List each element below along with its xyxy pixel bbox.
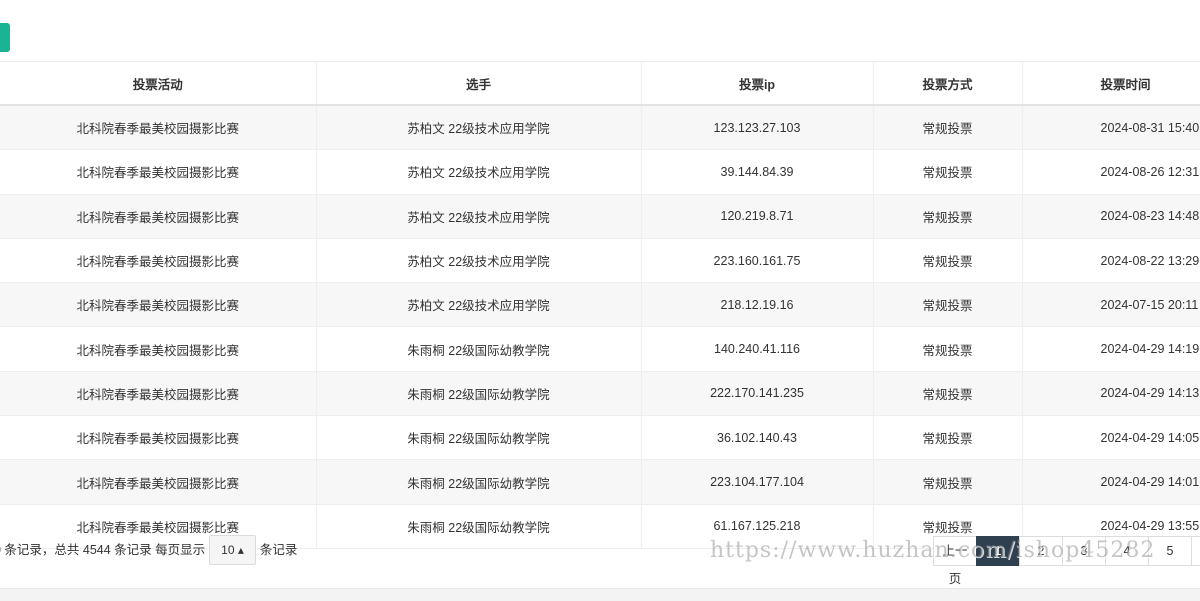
pagination-summary: 0 条记录，总共 4544 条记录 每页显示 <box>0 543 206 557</box>
cell-activity: 北科院春季最美校园摄影比赛 <box>0 371 317 417</box>
cell-player: 朱雨桐 22级国际幼教学院 <box>316 415 642 461</box>
cell-player: 苏柏文 22级技术应用学院 <box>316 105 642 151</box>
table-row[interactable]: 北科院春季最美校园摄影比赛 苏柏文 22级技术应用学院 223.160.161.75… <box>0 238 1200 284</box>
page-size-select[interactable]: 10 ▴ <box>209 535 256 565</box>
cell-ip: 36.102.140.43 <box>641 415 874 461</box>
cell-time: 2024-08-31 15:40 <box>1022 105 1200 151</box>
toolbar <box>0 0 1200 62</box>
pagination-suffix: 条记录 <box>259 543 298 557</box>
cell-method: 常规投票 <box>873 415 1023 461</box>
cell-ip: 120.219.8.71 <box>641 194 874 239</box>
table-row[interactable]: 北科院春季最美校园摄影比赛 苏柏文 22级技术应用学院 39.144.84.39 常规… <box>0 149 1200 195</box>
cell-time: 2024-08-26 12:31 <box>1022 149 1200 195</box>
table-row[interactable]: 北科院春季最美校园摄影比赛 朱雨桐 22级国际幼教学院 36.102.140.43 常… <box>0 415 1200 461</box>
cell-player: 苏柏文 22级技术应用学院 <box>316 238 642 284</box>
column-header-ip[interactable]: 投票ip <box>641 61 874 106</box>
cell-time: 2024-08-22 13:29 <box>1022 238 1200 284</box>
cell-activity: 北科院春季最美校园摄影比赛 <box>0 282 317 328</box>
cell-activity: 北科院春季最美校园摄影比赛 <box>0 326 317 372</box>
column-header-method[interactable]: 投票方式 <box>873 61 1023 106</box>
toolbar-add-button[interactable] <box>0 23 10 52</box>
table-row[interactable]: 北科院春季最美校园摄影比赛 朱雨桐 22级国际幼教学院 223.104.177.10… <box>0 459 1200 505</box>
table-row[interactable]: 北科院春季最美校园摄影比赛 苏柏文 22级技术应用学院 120.219.8.71 常规… <box>0 194 1200 239</box>
cell-activity: 北科院春季最美校园摄影比赛 <box>0 105 317 151</box>
cell-method: 常规投票 <box>873 149 1023 195</box>
column-header-activity[interactable]: 投票活动 <box>0 61 317 106</box>
vote-record-table: 投票活动 选手 投票ip 投票方式 投票时间 北科院春季最美校园摄影比赛 苏柏文 … <box>0 61 1200 549</box>
cell-activity: 北科院春季最美校园摄影比赛 <box>0 459 317 505</box>
table-row[interactable]: 北科院春季最美校园摄影比赛 朱雨桐 22级国际幼教学院 140.240.41.116… <box>0 326 1200 372</box>
cell-activity: 北科院春季最美校园摄影比赛 <box>0 194 317 239</box>
cell-activity: 北科院春季最美校园摄影比赛 <box>0 238 317 284</box>
cell-player: 苏柏文 22级技术应用学院 <box>316 194 642 239</box>
table-row[interactable]: 北科院春季最美校园摄影比赛 朱雨桐 22级国际幼教学院 222.170.141.23… <box>0 371 1200 417</box>
cell-player: 朱雨桐 22级国际幼教学院 <box>316 504 642 549</box>
cell-ip: 140.240.41.116 <box>641 326 874 372</box>
cell-ip: 223.104.177.104 <box>641 459 874 505</box>
cell-player: 苏柏文 22级技术应用学院 <box>316 282 642 328</box>
cell-time: 2024-04-29 14:19 <box>1022 326 1200 372</box>
pagination-info: 0 条记录，总共 4544 条记录 每页显示 10 ▴ 条记录 <box>0 535 297 565</box>
cell-method: 常规投票 <box>873 371 1023 417</box>
cell-method: 常规投票 <box>873 282 1023 328</box>
cell-player: 苏柏文 22级技术应用学院 <box>316 149 642 195</box>
cell-activity: 北科院春季最美校园摄影比赛 <box>0 149 317 195</box>
column-header-player[interactable]: 选手 <box>316 61 642 106</box>
table-header-row: 投票活动 选手 投票ip 投票方式 投票时间 <box>0 61 1200 106</box>
table-row[interactable]: 北科院春季最美校园摄影比赛 苏柏文 22级技术应用学院 123.123.27.103… <box>0 105 1200 151</box>
page-button-45[interactable]: 45 <box>1191 536 1200 566</box>
table-row[interactable]: 北科院春季最美校园摄影比赛 苏柏文 22级技术应用学院 218.12.19.16 常规… <box>0 282 1200 328</box>
cell-ip: 218.12.19.16 <box>641 282 874 328</box>
cell-time: 2024-07-15 20:11 <box>1022 282 1200 328</box>
cell-player: 朱雨桐 22级国际幼教学院 <box>316 459 642 505</box>
cell-ip: 123.123.27.103 <box>641 105 874 151</box>
cell-ip: 223.160.161.75 <box>641 238 874 284</box>
footer-bar <box>0 588 1200 601</box>
cell-method: 常规投票 <box>873 194 1023 239</box>
cell-time: 2024-08-23 14:48 <box>1022 194 1200 239</box>
cell-method: 常规投票 <box>873 105 1023 151</box>
column-header-time[interactable]: 投票时间 <box>1022 61 1200 106</box>
cell-time: 2024-04-29 14:13 <box>1022 371 1200 417</box>
cell-ip: 39.144.84.39 <box>641 149 874 195</box>
watermark-text: https://www.huzhan.com/ishop45282 <box>710 538 1156 563</box>
cell-method: 常规投票 <box>873 326 1023 372</box>
cell-activity: 北科院春季最美校园摄影比赛 <box>0 415 317 461</box>
cell-ip: 222.170.141.235 <box>641 371 874 417</box>
cell-method: 常规投票 <box>873 459 1023 505</box>
cell-player: 朱雨桐 22级国际幼教学院 <box>316 371 642 417</box>
cell-time: 2024-04-29 14:01 <box>1022 459 1200 505</box>
cell-method: 常规投票 <box>873 238 1023 284</box>
cell-time: 2024-04-29 14:05 <box>1022 415 1200 461</box>
cell-player: 朱雨桐 22级国际幼教学院 <box>316 326 642 372</box>
